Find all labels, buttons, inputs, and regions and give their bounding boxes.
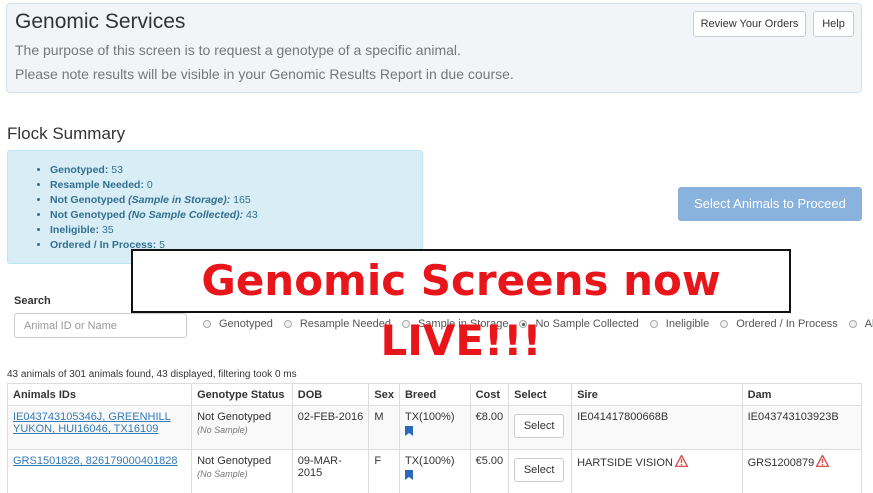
select-animal-button[interactable]: Select — [514, 458, 565, 482]
column-header: Cost — [469, 383, 510, 406]
page-note: Please note results will be visible in y… — [15, 66, 514, 82]
column-header: Select — [508, 383, 573, 406]
summary-value: 165 — [233, 194, 251, 206]
flock-summary-item: Not Genotyped (Sample in Storage): 165 — [50, 193, 258, 208]
sex-cell: M — [368, 405, 400, 450]
genotype-status-cell: Not Genotyped (No Sample) — [191, 449, 293, 493]
genotype-status: Not Genotyped — [197, 455, 272, 467]
animal-ids-cell: GRS1501828, 826179000401828 — [6, 449, 193, 493]
flock-summary-item: Ineligible: 35 — [50, 223, 258, 238]
summary-value: 0 — [146, 179, 153, 191]
sire-id: IE041417800668B — [577, 411, 669, 423]
summary-value: 35 — [101, 224, 114, 236]
sire-id: HARTSIDE VISION — [577, 457, 673, 469]
table-row: GRS1501828, 826179000401828 Not Genotyped… — [6, 449, 863, 493]
dob-cell: 09-MAR-2015 — [291, 449, 370, 493]
summary-qualifier: (Sample in Storage): — [128, 194, 231, 206]
bookmark-icon[interactable] — [404, 470, 413, 480]
dam-id: GRS1200879 — [747, 457, 815, 469]
banner-text: Genomic Screens now LIVE!!! — [201, 256, 721, 365]
page-title: Genomic Services — [15, 10, 186, 33]
column-header: Dam — [741, 383, 863, 406]
help-button[interactable]: Help — [813, 11, 854, 37]
summary-label: Not Genotyped — [50, 194, 126, 206]
select-animals-to-proceed-button[interactable]: Select Animals to Proceed — [678, 187, 862, 221]
cost-cell: €8.00 — [469, 405, 510, 450]
breed-cell: TX(100%) — [398, 449, 471, 493]
column-header: Sire — [571, 383, 743, 406]
dam-id: IE043743103923B — [747, 411, 839, 423]
column-header: DOB — [291, 383, 370, 406]
animal-ids-link[interactable]: IE043743105346J, GREENHILL YUKON, HUI160… — [13, 411, 171, 435]
dob-cell: 02-FEB-2016 — [291, 405, 370, 450]
genotype-status-detail: (No Sample) — [197, 469, 248, 479]
summary-label: Resample Needed: — [50, 179, 144, 191]
summary-label: Genotyped: — [50, 164, 109, 176]
animal-ids-link[interactable]: GRS1501828, 826179000401828 — [13, 455, 178, 467]
summary-label: Not Genotyped — [50, 209, 126, 221]
animals-table: Animals IDs Genotype Status DOB Sex Breed Cos… — [6, 383, 863, 493]
column-header: Animals IDs — [6, 383, 193, 406]
results-info: 43 animals of 301 animals found, 43 disp… — [7, 369, 297, 380]
filter-label: All — [864, 318, 873, 330]
table-header-row: Animals IDs Genotype Status DOB Sex Breed Cos… — [6, 383, 863, 406]
select-cell: Select — [508, 449, 573, 493]
header-panel: Genomic Services The purpose of this scr… — [6, 3, 862, 93]
sex-cell: F — [368, 449, 400, 493]
dam-cell: IE043743103923B — [741, 405, 863, 450]
sire-cell: HARTSIDE VISION — [571, 449, 743, 493]
genotype-status: Not Genotyped — [197, 411, 272, 423]
breed-cell: TX(100%) — [398, 405, 471, 450]
sire-cell: IE041417800668B — [571, 405, 743, 450]
breed-value: TX(100%) — [404, 411, 455, 423]
animal-ids-cell: IE043743105346J, GREENHILL YUKON, HUI160… — [6, 405, 193, 450]
summary-value: 43 — [246, 209, 258, 221]
warning-icon — [816, 455, 830, 467]
flock-summary-item: Resample Needed: 0 — [50, 178, 258, 193]
warning-icon — [674, 455, 688, 467]
column-header: Genotype Status — [191, 383, 293, 406]
column-header: Sex — [368, 383, 400, 406]
select-animal-button[interactable]: Select — [514, 414, 565, 438]
flock-summary-panel: Genotyped: 53Resample Needed: 0Not Genot… — [7, 150, 423, 264]
search-label: Search — [14, 295, 51, 307]
filter-option[interactable]: All — [848, 318, 873, 330]
select-cell: Select — [508, 405, 573, 450]
summary-value: 53 — [111, 164, 123, 176]
live-announcement-banner: Genomic Screens now LIVE!!! — [131, 249, 791, 365]
flock-summary-item: Genotyped: 53 — [50, 163, 258, 178]
table-row: IE043743105346J, GREENHILL YUKON, HUI160… — [6, 405, 863, 450]
cost-cell: €5.00 — [469, 449, 510, 493]
summary-qualifier: (No Sample Collected): — [128, 209, 244, 221]
dam-cell: GRS1200879 — [741, 449, 863, 493]
genotype-status-detail: (No Sample) — [197, 425, 248, 435]
genotype-status-cell: Not Genotyped (No Sample) — [191, 405, 293, 450]
summary-label: Ineligible: — [50, 224, 100, 236]
bookmark-icon[interactable] — [404, 426, 413, 436]
column-header: Breed — [398, 383, 471, 406]
flock-summary-title: Flock Summary — [7, 124, 126, 143]
flock-summary-list: Genotyped: 53Resample Needed: 0Not Genot… — [50, 163, 258, 253]
breed-value: TX(100%) — [404, 455, 455, 467]
flock-summary-item: Not Genotyped (No Sample Collected): 43 — [50, 208, 258, 223]
review-orders-button[interactable]: Review Your Orders — [693, 11, 806, 37]
radio-button[interactable] — [848, 320, 857, 328]
page-description: The purpose of this screen is to request… — [15, 42, 461, 58]
